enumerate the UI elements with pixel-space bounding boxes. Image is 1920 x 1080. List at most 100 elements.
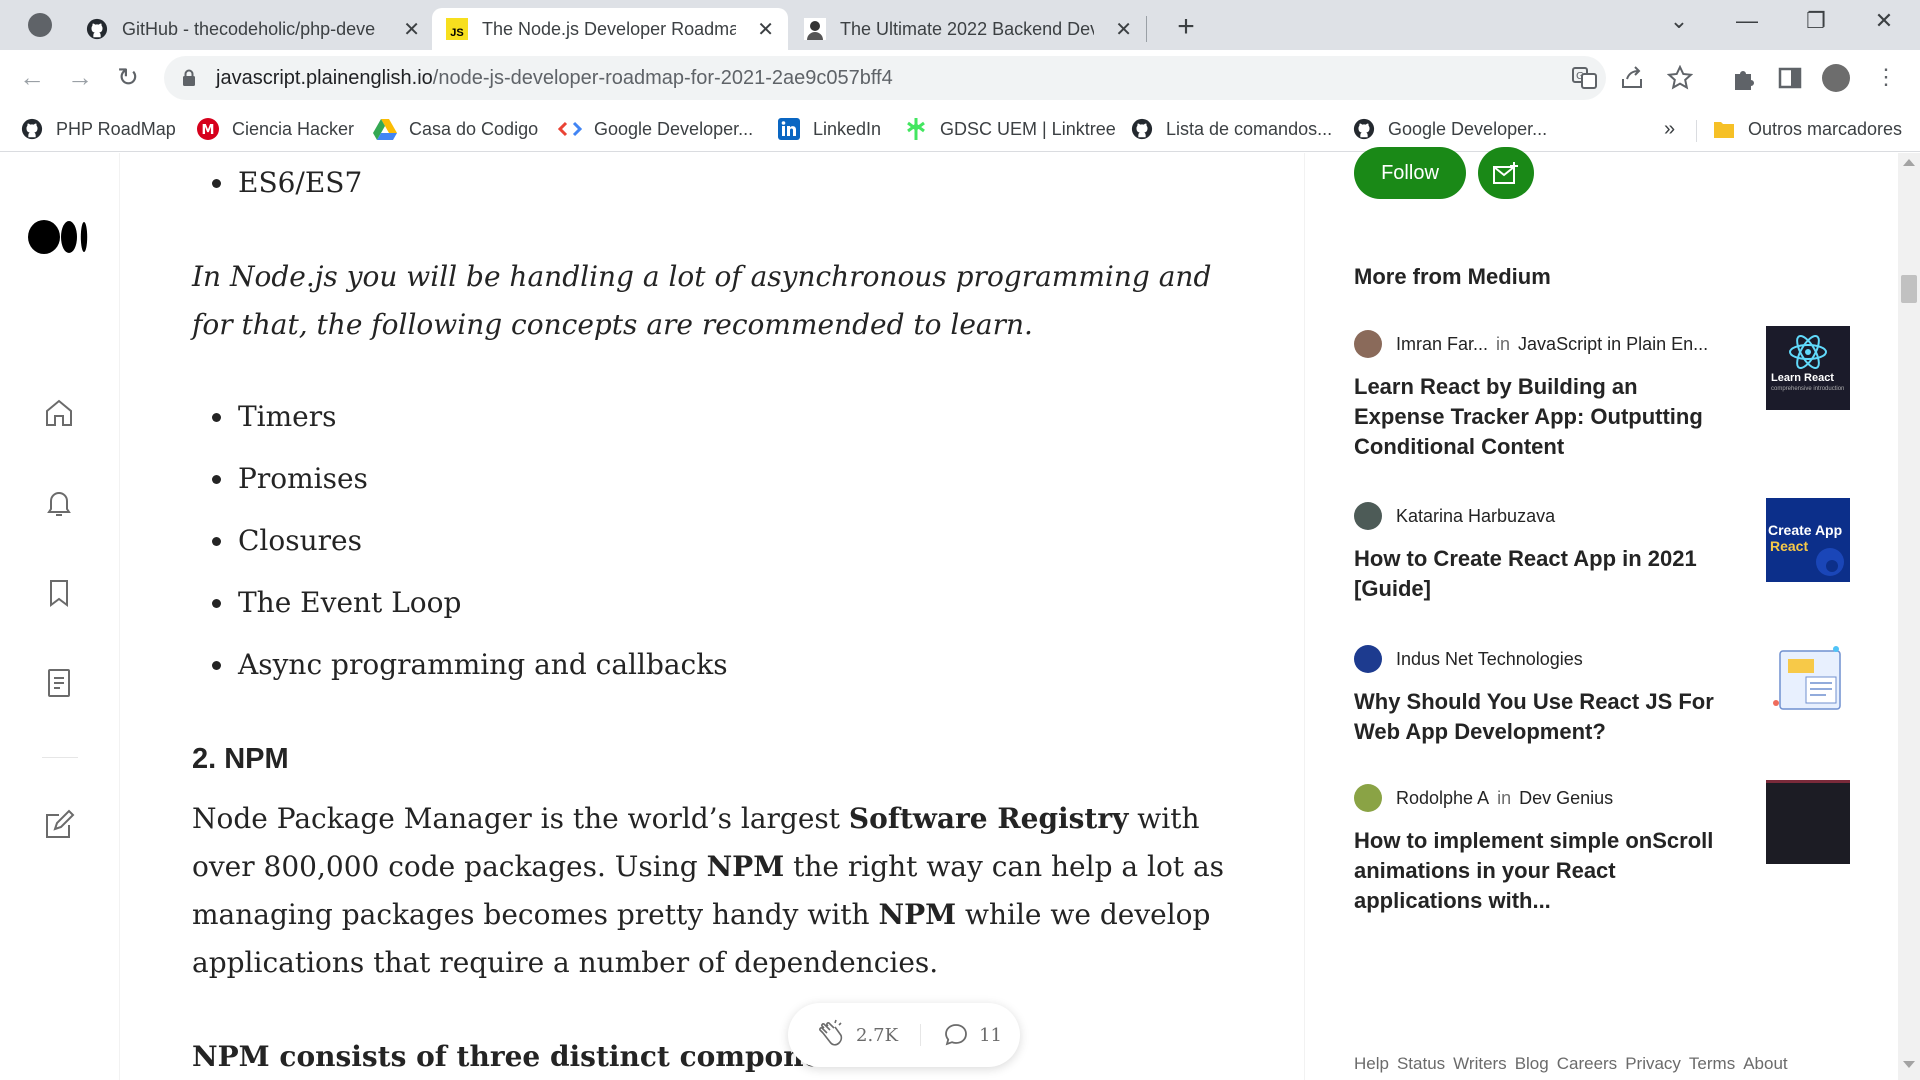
scrollbar-thumb[interactable] xyxy=(1901,275,1917,303)
tab-github[interactable]: GitHub - thecodeholic/php-deve ✕ xyxy=(72,8,434,50)
tab-nodejs-roadmap[interactable]: JS The Node.js Developer Roadmap ✕ xyxy=(432,8,788,50)
footer-writers-link[interactable]: Writers xyxy=(1453,1054,1507,1074)
footer-blog-link[interactable]: Blog xyxy=(1515,1054,1549,1074)
author-name[interactable]: Katarina Harbuzava xyxy=(1396,506,1555,527)
email-subscribe-icon xyxy=(1493,162,1518,184)
close-icon[interactable]: ✕ xyxy=(1115,17,1132,42)
story-thumbnail[interactable]: Learn React comprehensive introduction xyxy=(1766,326,1850,410)
new-tab-button[interactable]: + xyxy=(1168,10,1204,44)
recommended-story[interactable]: Indus Net Technologies Why Should You Us… xyxy=(1354,641,1854,744)
tab-search-button[interactable]: ⌄ xyxy=(1659,8,1699,34)
browser-toolbar: ← → ↻ javascript.plainenglish.io/node-js… xyxy=(0,50,1920,106)
share-icon[interactable] xyxy=(1619,65,1645,91)
npm-paragraph: Node Package Manager is the world’s larg… xyxy=(192,802,1225,979)
list-item: Closures xyxy=(192,527,728,555)
profile-avatar[interactable] xyxy=(1822,64,1850,92)
avatar-icon xyxy=(804,18,826,40)
top-bullet-list: ES6/ES7 xyxy=(192,169,362,197)
bookmark-ciencia-hacker[interactable]: M Ciencia Hacker xyxy=(196,116,354,142)
publication-name[interactable]: Dev Genius xyxy=(1519,788,1613,809)
footer-careers-link[interactable]: Careers xyxy=(1557,1054,1617,1074)
extensions-icon[interactable] xyxy=(1729,64,1757,92)
footer-help-link[interactable]: Help xyxy=(1354,1054,1389,1074)
bookmark-gdsc-uem[interactable]: GDSC UEM | Linktree xyxy=(904,116,1116,142)
tab-backend-roadmap[interactable]: The Ultimate 2022 Backend Deve ✕ xyxy=(790,8,1146,50)
js-icon: JS xyxy=(446,18,468,40)
reload-button[interactable]: ↻ xyxy=(112,62,144,93)
stories-icon[interactable] xyxy=(43,667,75,699)
list-item: ES6/ES7 xyxy=(192,169,362,197)
menu-icon[interactable]: ⋮ xyxy=(1872,64,1900,92)
footer-status-link[interactable]: Status xyxy=(1397,1054,1445,1074)
more-from-medium-heading: More from Medium xyxy=(1354,264,1551,289)
footer-terms-link[interactable]: Terms xyxy=(1689,1054,1735,1074)
story-title[interactable]: Learn React by Building an Expense Track… xyxy=(1354,372,1734,462)
story-title[interactable]: How to implement simple onScroll animati… xyxy=(1354,826,1734,916)
svg-text:G: G xyxy=(1576,71,1584,82)
forward-button[interactable]: → xyxy=(64,62,96,93)
bookmarks-overflow-button[interactable]: » xyxy=(1664,116,1675,142)
bookmark-google-developer-1[interactable]: Google Developer... xyxy=(558,116,753,142)
author-name[interactable]: Rodolphe A xyxy=(1396,788,1489,809)
close-icon[interactable]: ✕ xyxy=(757,17,774,42)
response-count[interactable]: 11 xyxy=(979,1025,1002,1046)
url-path: /node-js-developer-roadmap-for-2021-2ae9… xyxy=(432,66,893,89)
author-name[interactable]: Indus Net Technologies xyxy=(1396,649,1583,670)
translate-icon[interactable]: G xyxy=(1572,65,1598,91)
rail-divider xyxy=(42,757,78,758)
subscribe-button[interactable] xyxy=(1478,147,1534,199)
bookmark-php-roadmap[interactable]: PHP RoadMap xyxy=(20,116,176,142)
restore-button[interactable]: ❐ xyxy=(1796,8,1836,34)
back-button[interactable]: ← xyxy=(16,62,48,93)
bookmark-linkedin[interactable]: LinkedIn xyxy=(777,116,881,142)
author-avatar[interactable] xyxy=(1354,784,1382,812)
list-item: The Event Loop xyxy=(192,589,728,617)
home-icon[interactable] xyxy=(43,397,75,429)
story-thumbnail[interactable] xyxy=(1766,641,1850,725)
intro-paragraph: In Node.js you will be handling a lot of… xyxy=(192,260,1212,341)
recommended-story[interactable]: Rodolphe A in Dev Genius How to implemen… xyxy=(1354,780,1854,913)
recommended-story[interactable]: Katarina Harbuzava How to Create React A… xyxy=(1354,498,1854,601)
address-bar[interactable]: javascript.plainenglish.io/node-js-devel… xyxy=(164,56,1693,100)
thumbnail-text: Learn React xyxy=(1771,372,1834,384)
scroll-up-arrow[interactable] xyxy=(1903,159,1915,166)
publication-name[interactable]: JavaScript in Plain En... xyxy=(1518,334,1708,355)
in-label: in xyxy=(1496,333,1511,354)
bookmark-other-folder[interactable]: Outros marcadores xyxy=(1712,116,1902,142)
recommended-story[interactable]: Imran Far... in JavaScript in Plain En..… xyxy=(1354,326,1854,459)
in-label: in xyxy=(1497,787,1512,808)
clap-icon[interactable] xyxy=(814,1019,846,1051)
side-panel-icon[interactable] xyxy=(1776,64,1804,92)
follow-button[interactable]: Follow xyxy=(1354,147,1466,199)
close-window-button[interactable]: ✕ xyxy=(1864,8,1904,34)
minimize-button[interactable]: — xyxy=(1727,8,1767,34)
scroll-down-arrow[interactable] xyxy=(1903,1061,1915,1068)
bookmarks-icon[interactable] xyxy=(43,577,75,609)
author-name[interactable]: Imran Far... xyxy=(1396,334,1488,355)
notifications-icon[interactable] xyxy=(43,487,75,519)
tab-search-icon[interactable] xyxy=(28,13,52,37)
star-icon[interactable] xyxy=(1667,65,1693,91)
author-avatar[interactable] xyxy=(1354,645,1382,673)
clap-count[interactable]: 2.7K xyxy=(856,1025,898,1046)
author-avatar[interactable] xyxy=(1354,330,1382,358)
tab-title: The Node.js Developer Roadmap xyxy=(482,18,736,39)
story-title[interactable]: How to Create React App in 2021 [Guide] xyxy=(1354,544,1734,604)
svg-text:M: M xyxy=(202,123,215,138)
story-thumbnail[interactable] xyxy=(1766,780,1850,864)
write-icon[interactable] xyxy=(43,809,75,841)
story-thumbnail[interactable]: Create App React xyxy=(1766,498,1850,582)
responses-icon[interactable] xyxy=(943,1022,969,1048)
story-title[interactable]: Why Should You Use React JS For Web App … xyxy=(1354,687,1734,747)
bookmark-lista-de-comandos[interactable]: Lista de comandos... xyxy=(1130,116,1332,142)
bookmark-casa-do-codigo[interactable]: Casa do Codigo xyxy=(373,116,538,142)
medium-logo-icon[interactable] xyxy=(28,219,92,255)
footer-about-link[interactable]: About xyxy=(1743,1054,1787,1074)
close-icon[interactable]: ✕ xyxy=(403,17,420,42)
bookmark-google-developer-2[interactable]: Google Developer... xyxy=(1352,116,1547,142)
page-scrollbar[interactable] xyxy=(1898,153,1920,1080)
footer-privacy-link[interactable]: Privacy xyxy=(1625,1054,1681,1074)
section-heading: 2. NPM xyxy=(192,743,289,775)
author-avatar[interactable] xyxy=(1354,502,1382,530)
footer-links: Help Status Writers Blog Careers Privacy… xyxy=(1354,1054,1788,1074)
